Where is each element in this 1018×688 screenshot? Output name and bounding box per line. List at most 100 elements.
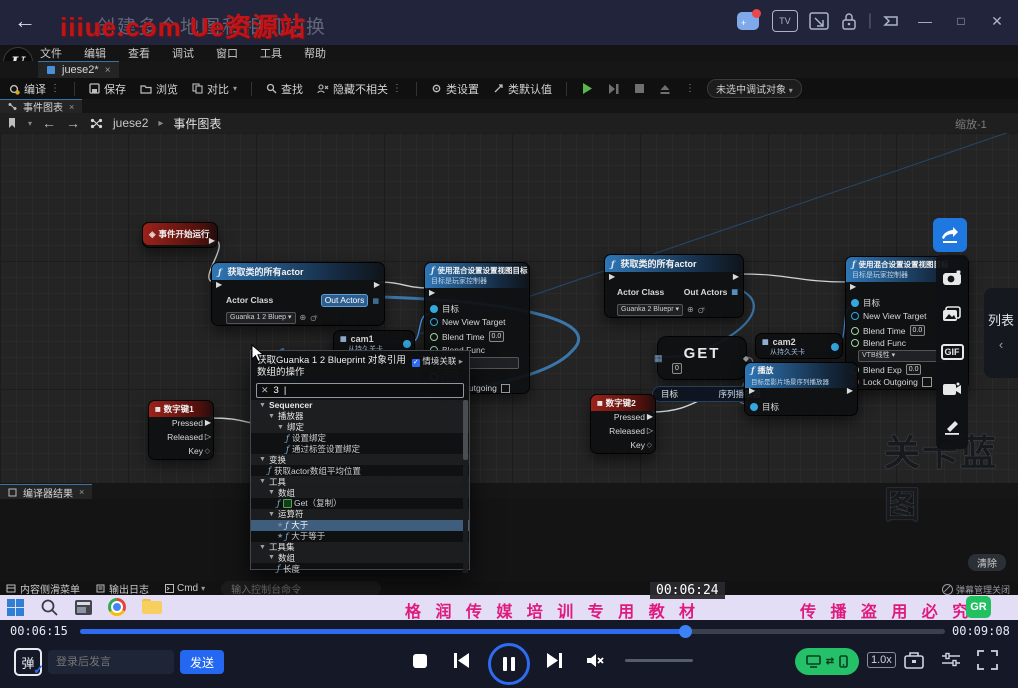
node-get-all-actors-1[interactable]: ƒ获取类的所有actor ▶ ▶ Actor Class Out Actors▦…	[211, 262, 385, 326]
menu-item[interactable]: ★ƒ大于等于	[251, 531, 469, 542]
blend-time-value[interactable]: 0.0	[489, 331, 505, 342]
pin-panel-icon[interactable]	[882, 12, 902, 30]
toolbox-button[interactable]	[903, 650, 925, 670]
menu-item[interactable]: ƒ设置绑定	[251, 433, 469, 444]
screen-switch-toggle[interactable]: ⇄	[795, 648, 859, 675]
node-event-beginplay[interactable]: ◈ 事件开始运行 ▶	[142, 222, 218, 248]
menu-view[interactable]: 查看	[128, 45, 150, 61]
hide-unrelated-button[interactable]: 隐藏不相关⋮	[317, 81, 402, 97]
menu-item[interactable]: ▼工具	[251, 476, 469, 487]
exec-out-pin[interactable]: ▶	[733, 273, 739, 281]
object-out-pin[interactable]	[831, 343, 839, 351]
pin-blend-time[interactable]: Blend Time	[863, 326, 906, 336]
pin-pressed[interactable]: Pressed	[614, 412, 645, 422]
use-selected-icon[interactable]: ⊕	[687, 305, 694, 314]
image-gallery-icon[interactable]	[936, 298, 968, 332]
fullscreen-button[interactable]	[977, 650, 998, 670]
stop-playback-button[interactable]	[412, 653, 428, 669]
save-button[interactable]: 保存	[89, 81, 126, 97]
chat-input[interactable]	[48, 650, 174, 674]
asset-tab-juese2[interactable]: juese2* ×	[38, 61, 119, 78]
video-record-icon[interactable]	[936, 372, 968, 406]
clear-button[interactable]: 清除	[968, 554, 1006, 571]
pause-button[interactable]	[488, 643, 530, 685]
graph-tab-close-icon[interactable]: ×	[69, 102, 74, 112]
browse-to-icon[interactable]: 🜚	[698, 301, 706, 318]
output-log-button[interactable]: 输出日志	[96, 581, 149, 596]
menu-item[interactable]: ƒ长度	[251, 563, 469, 573]
graph-tab-event-graph[interactable]: 事件图表 ×	[0, 99, 82, 113]
play-button[interactable]	[581, 82, 594, 95]
exec-in-pin[interactable]: ▶	[609, 273, 615, 281]
next-track-button[interactable]	[546, 652, 563, 669]
volume-slider[interactable]	[625, 659, 693, 662]
menu-help[interactable]: 帮助	[304, 45, 326, 61]
exec-out-pin[interactable]: ▶	[374, 281, 380, 289]
menu-item[interactable]: ƒ通过标签设置绑定	[251, 444, 469, 455]
folder-icon[interactable]	[142, 599, 162, 615]
context-menu-list[interactable]: ▼Sequencer ▼播放器 ▼绑定 ƒ设置绑定 ƒ通过标签设置绑定 ▼变换 …	[251, 400, 469, 573]
menu-debug[interactable]: 调试	[172, 45, 194, 61]
menu-item[interactable]: ▼Sequencer	[251, 400, 469, 411]
node-get-all-actors-2[interactable]: ƒ获取类的所有actor ▶ ▶ Actor Class Out Actors▦…	[604, 254, 744, 318]
exec-in-pin[interactable]: ▶	[850, 283, 856, 291]
bookmark-icon[interactable]	[6, 117, 18, 129]
eject-button[interactable]	[659, 83, 671, 95]
exec-in-pin[interactable]: ▶	[216, 281, 222, 289]
pin-target[interactable]: 目标	[863, 297, 880, 309]
taskbar-app-icon[interactable]	[74, 598, 93, 617]
actor-class-dropdown[interactable]: Guanka 2 Bluepr ▾	[617, 304, 683, 316]
menu-item-selected[interactable]: ★ƒ大于	[251, 520, 469, 531]
start-button-icon[interactable]	[7, 599, 24, 616]
cmd-dropdown[interactable]: Cmd▾	[165, 583, 205, 594]
pin-new-view-target[interactable]: New View Target	[863, 311, 926, 321]
browse-to-icon[interactable]: 🜚	[310, 309, 318, 326]
exec-in-pin[interactable]: ▶	[429, 289, 435, 297]
find-button[interactable]: 查找	[266, 81, 303, 97]
share-tool-button[interactable]	[933, 218, 967, 252]
menu-file[interactable]: 文件	[40, 45, 62, 61]
pin-blend-exp[interactable]: Blend Exp	[863, 365, 902, 375]
node-numkey-1[interactable]: ▦数字键1 Pressed▶ Released▷ Key◇	[148, 400, 214, 460]
node-array-get[interactable]: ▦ GET 0 ◆	[657, 336, 747, 380]
maximize-button[interactable]: □	[948, 14, 974, 28]
menu-item[interactable]: ▼变换	[251, 454, 469, 465]
node-play-sequence[interactable]: ƒ播放 目标是影片场景序列播放器 ▶ ▶ 目标	[744, 362, 858, 416]
asset-tab-close-icon[interactable]: ×	[105, 65, 111, 76]
pin-new-view-target[interactable]: New View Target	[442, 317, 505, 327]
pin-out-actors[interactable]: Out Actors▦	[684, 287, 738, 297]
lock-outgoing-checkbox[interactable]	[922, 377, 932, 387]
use-selected-icon[interactable]: ⊕	[300, 313, 307, 322]
menu-item[interactable]: ▼运算符	[251, 509, 469, 520]
pin-blend-func[interactable]: Blend Func	[863, 338, 906, 348]
index-value[interactable]: 0	[672, 363, 682, 374]
clear-search-icon[interactable]: ✕	[261, 385, 269, 396]
tv-mode-icon[interactable]: TV	[772, 10, 798, 32]
pin-pressed[interactable]: Pressed	[172, 418, 203, 428]
danmaku-status[interactable]: 弹幕管理关闭	[942, 583, 1010, 596]
lock-icon[interactable]	[840, 11, 858, 31]
annotate-pen-icon[interactable]	[936, 409, 968, 443]
menu-item[interactable]: ▼数组	[251, 487, 469, 498]
menu-item[interactable]: ƒ获取actor数组平均位置	[251, 465, 469, 476]
diff-button[interactable]: 对比▾	[192, 81, 237, 97]
menu-tools[interactable]: 工具	[260, 45, 282, 61]
stop-button[interactable]	[634, 83, 645, 94]
context-menu-scrollbar[interactable]	[463, 400, 468, 573]
danmaku-toggle-icon[interactable]: 弹 ✓	[14, 648, 42, 676]
class-settings-button[interactable]: 类设置	[431, 81, 479, 97]
list-side-tab[interactable]: 列表 ‹	[984, 288, 1018, 378]
seek-handle[interactable]	[679, 625, 692, 638]
context-sensitive-toggle[interactable]: ✓ 情境关联 ▸	[412, 355, 463, 379]
bookmark-dropdown-icon[interactable]: ▾	[28, 119, 32, 128]
back-button[interactable]: ←	[14, 8, 36, 34]
class-defaults-button[interactable]: 类默认值	[493, 81, 552, 97]
menu-item[interactable]: ▼数组	[251, 552, 469, 563]
frame-skip-button[interactable]	[608, 83, 620, 95]
browse-button[interactable]: 浏览	[140, 81, 178, 97]
exec-in-pin[interactable]: ▶	[749, 387, 755, 395]
nav-back-icon[interactable]: ←	[42, 115, 56, 131]
context-menu-search-input[interactable]: ✕ 3 |	[256, 383, 464, 398]
object-out-pin[interactable]	[403, 340, 411, 348]
blend-func-dropdown[interactable]: VTB线性 ▾	[858, 350, 946, 362]
